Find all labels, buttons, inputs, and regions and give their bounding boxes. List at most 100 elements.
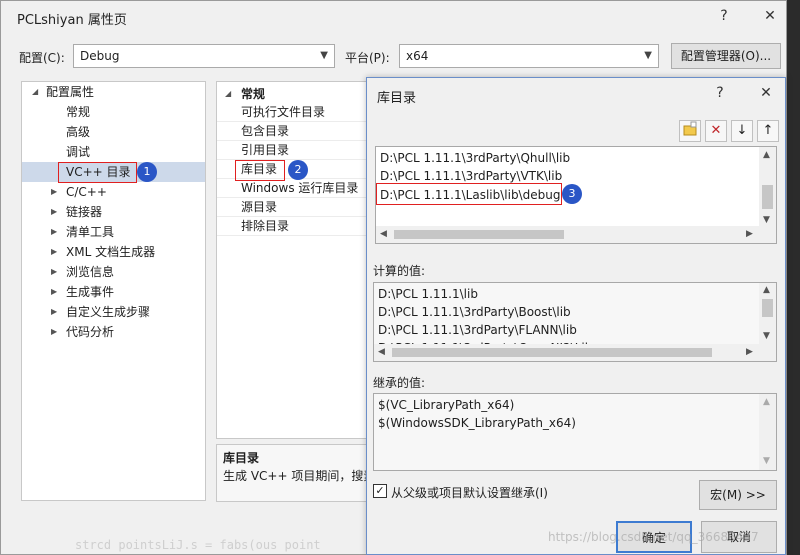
chevron-down-icon: ▼ bbox=[644, 50, 652, 61]
scroll-down-icon[interactable]: ▼ bbox=[763, 456, 770, 466]
platform-value: x64 bbox=[406, 49, 429, 63]
help-icon[interactable]: ? bbox=[711, 4, 737, 28]
tree-item[interactable]: 常规 bbox=[22, 102, 205, 122]
expand-icon[interactable]: ▶ bbox=[51, 282, 57, 302]
prop-group[interactable]: ◢ 常规 bbox=[217, 84, 375, 104]
move-up-icon[interactable]: ↑ bbox=[757, 120, 779, 142]
tree-item-label: 高级 bbox=[66, 125, 91, 139]
scroll-up-icon[interactable]: ▲ bbox=[763, 397, 770, 407]
highlight-box-2 bbox=[235, 160, 285, 181]
entries-hscroll[interactable]: ◀ ▶ bbox=[376, 226, 776, 243]
tree-item[interactable]: ▶ 代码分析 bbox=[22, 322, 205, 342]
platform-select[interactable]: x64 ▼ bbox=[399, 44, 659, 68]
scroll-thumb[interactable] bbox=[762, 299, 773, 317]
computed-item: D:\PCL 1.11.1\3rdParty\Boost\lib bbox=[378, 305, 571, 319]
tree-item-label: 链接器 bbox=[66, 205, 103, 219]
scroll-left-icon[interactable]: ◀ bbox=[378, 347, 385, 357]
badge-3: 3 bbox=[562, 184, 582, 204]
inherited-item: $(WindowsSDK_LibraryPath_x64) bbox=[378, 416, 576, 430]
property-row[interactable]: 可执行文件目录 bbox=[217, 103, 375, 122]
macro-button[interactable]: 宏(M) >> bbox=[699, 480, 777, 510]
computed-list: D:\PCL 1.11.1\lib D:\PCL 1.11.1\3rdParty… bbox=[373, 282, 777, 362]
highlight-box-3 bbox=[376, 183, 562, 205]
inherit-checkbox[interactable]: ✓ bbox=[373, 484, 387, 498]
tree-item-label: 浏览信息 bbox=[66, 265, 115, 279]
watermark: https://blog.csdn.net/qq_36686437 bbox=[548, 530, 759, 544]
property-row[interactable]: Windows 运行库目录 bbox=[217, 179, 375, 198]
tree-item[interactable]: 调试 bbox=[22, 142, 205, 162]
close-icon[interactable]: ✕ bbox=[753, 81, 779, 105]
computed-hscroll[interactable]: ◀ ▶ bbox=[374, 344, 776, 361]
property-row[interactable]: 排除目录 bbox=[217, 217, 375, 236]
expand-icon[interactable]: ▶ bbox=[51, 322, 57, 342]
window-title: PCLshiyan 属性页 bbox=[17, 13, 127, 28]
expand-icon[interactable]: ▶ bbox=[51, 262, 57, 282]
tree-item[interactable]: ▶ 生成事件 bbox=[22, 282, 205, 302]
move-down-icon[interactable]: ↓ bbox=[731, 120, 753, 142]
property-grid: ◢ 常规 可执行文件目录 包含目录 引用目录 库目录 Windows 运行库目录 源目录排… bbox=[216, 81, 376, 439]
collapse-icon: ◢ bbox=[225, 89, 232, 98]
expand-icon[interactable]: ▶ bbox=[51, 182, 57, 202]
tree-item-label: 调试 bbox=[66, 145, 91, 159]
config-select[interactable]: Debug ▼ bbox=[73, 44, 335, 68]
tree-item[interactable]: ▶ XML 文档生成器 bbox=[22, 242, 205, 262]
scroll-thumb[interactable] bbox=[392, 348, 712, 357]
expand-icon[interactable]: ▶ bbox=[51, 222, 57, 242]
expand-icon[interactable]: ▶ bbox=[51, 242, 57, 262]
scroll-thumb[interactable] bbox=[394, 230, 564, 239]
expand-icon[interactable]: ▶ bbox=[51, 302, 57, 322]
badge-1: 1 bbox=[137, 162, 157, 182]
property-row[interactable]: 引用目录 bbox=[217, 141, 375, 160]
inherited-item: $(VC_LibraryPath_x64) bbox=[378, 398, 515, 412]
scroll-left-icon[interactable]: ◀ bbox=[380, 229, 387, 239]
config-manager-button[interactable]: 配置管理器(O)... bbox=[671, 43, 781, 69]
property-row[interactable]: 包含目录 bbox=[217, 122, 375, 141]
help-icon[interactable]: ? bbox=[707, 81, 733, 105]
computed-label: 计算的值: bbox=[373, 264, 426, 278]
tree-item-label: 生成事件 bbox=[66, 285, 115, 299]
scroll-thumb[interactable] bbox=[762, 185, 773, 209]
scroll-down-icon[interactable]: ▼ bbox=[763, 215, 770, 225]
background-code: strcd pointsLiJ.s = fabs(ous point bbox=[75, 538, 321, 552]
tree-item[interactable]: ▶ 清单工具 bbox=[22, 222, 205, 242]
badge-2: 2 bbox=[288, 160, 308, 180]
description-text: 生成 VC++ 项目期间，搜素 bbox=[223, 469, 376, 483]
tree-item[interactable]: ▶ 自定义生成步骤 bbox=[22, 302, 205, 322]
new-line-icon[interactable] bbox=[679, 120, 701, 142]
scroll-right-icon[interactable]: ▶ bbox=[746, 347, 753, 357]
tree-item[interactable]: 高级 bbox=[22, 122, 205, 142]
tree-item[interactable]: ▶ 链接器 bbox=[22, 202, 205, 222]
computed-item: D:\PCL 1.11.1\lib bbox=[378, 287, 478, 301]
delete-icon[interactable]: ✕ bbox=[705, 120, 727, 142]
dialog-title: 库目录 bbox=[377, 91, 417, 106]
tree-item-label: C/C++ bbox=[66, 185, 107, 199]
scroll-down-icon[interactable]: ▼ bbox=[763, 331, 770, 341]
expand-icon[interactable]: ▶ bbox=[51, 202, 57, 222]
scroll-up-icon[interactable]: ▲ bbox=[763, 285, 770, 295]
tree-item[interactable]: ▶ C/C++ bbox=[22, 182, 205, 202]
entry-item[interactable]: D:\PCL 1.11.1\3rdParty\Qhull\lib bbox=[380, 149, 570, 167]
inherit-checkbox-label[interactable]: 从父级或项目默认设置继承(I) bbox=[391, 484, 548, 501]
config-value: Debug bbox=[80, 49, 120, 63]
inherited-list: $(VC_LibraryPath_x64) $(WindowsSDK_Libra… bbox=[373, 393, 777, 471]
scroll-up-icon[interactable]: ▲ bbox=[763, 150, 770, 160]
tree-panel: ◢ 配置属性 常规 高级 调试 VC++ 目录 ▶ C/C++ ▶ 链接器 ▶ 清单工具 ▶ XML … bbox=[21, 81, 206, 501]
entries-vscroll[interactable]: ▲ ▼ bbox=[759, 147, 776, 228]
config-label: 配置(C): bbox=[19, 51, 65, 65]
property-row[interactable]: 源目录 bbox=[217, 198, 375, 217]
inherited-vscroll[interactable]: ▲ ▼ bbox=[759, 394, 776, 470]
tree-root[interactable]: ◢ 配置属性 bbox=[22, 82, 205, 102]
description-pane: 库目录 生成 VC++ 项目期间，搜素 bbox=[216, 444, 376, 502]
tree-item-label: 常规 bbox=[66, 105, 91, 119]
computed-vscroll[interactable]: ▲ ▼ bbox=[759, 283, 776, 346]
library-dirs-dialog: 库目录 ? ✕ ✕ ↓ ↑ D:\PCL 1.11.1\3rdParty\Qhu… bbox=[366, 77, 786, 555]
description-title: 库目录 bbox=[223, 451, 260, 465]
platform-label: 平台(P): bbox=[345, 51, 390, 65]
tree-item[interactable]: ▶ 浏览信息 bbox=[22, 262, 205, 282]
collapse-icon: ◢ bbox=[32, 87, 39, 96]
scroll-right-icon[interactable]: ▶ bbox=[746, 229, 753, 239]
entries-list[interactable]: D:\PCL 1.11.1\3rdParty\Qhull\lib D:\PCL … bbox=[375, 146, 777, 244]
chevron-down-icon: ▼ bbox=[320, 50, 328, 61]
prop-group-label: 常规 bbox=[241, 87, 266, 101]
close-icon[interactable]: ✕ bbox=[757, 4, 783, 28]
